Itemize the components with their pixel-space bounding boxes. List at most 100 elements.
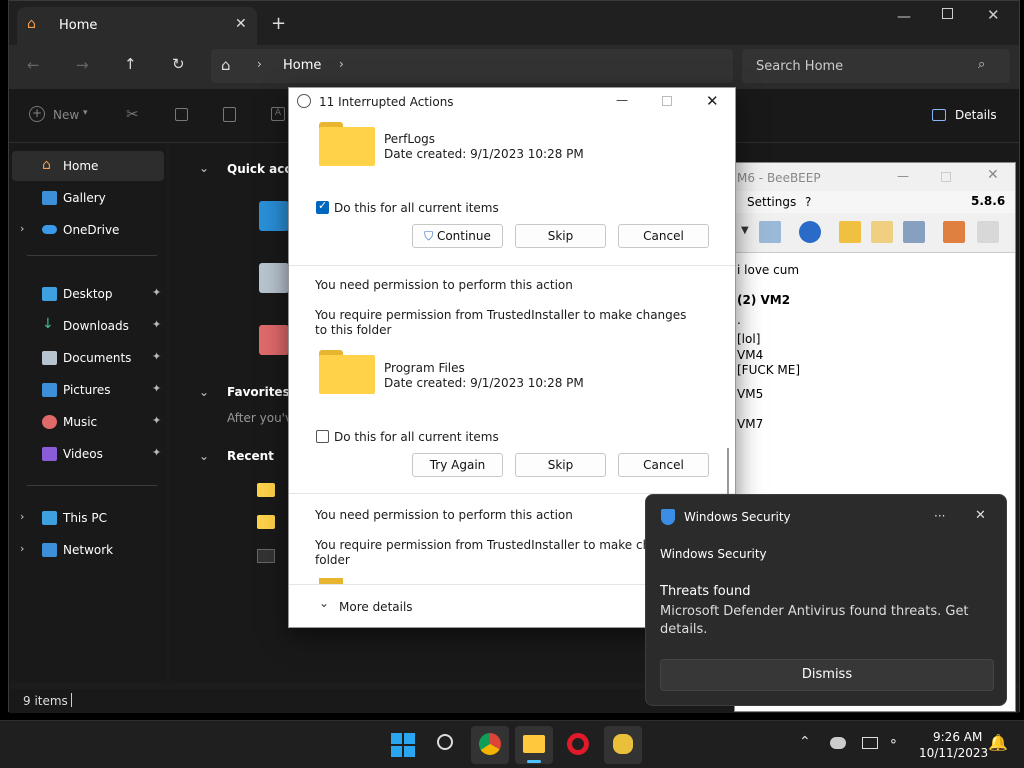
chevron-down-icon[interactable]: ⌄ [199, 385, 209, 399]
beebeep-app[interactable] [604, 726, 642, 764]
tab-home[interactable]: ⌂ Home ✕ [17, 7, 257, 45]
breadcrumb-home[interactable]: Home [283, 58, 321, 73]
cancel-button[interactable]: Cancel [618, 224, 709, 248]
chrome-icon [479, 733, 501, 755]
search-box[interactable]: Search Home ⌕ [742, 49, 1010, 83]
recent-file-icon[interactable] [257, 549, 275, 563]
new-button[interactable]: New [53, 108, 79, 122]
minimize-icon[interactable]: — [897, 9, 911, 25]
chevron-down-icon[interactable]: ▼ [741, 225, 749, 236]
close-window-icon[interactable]: ✕ [987, 6, 1000, 24]
minimize-icon[interactable]: — [616, 93, 628, 107]
address-bar[interactable]: ⌂ › Home › [211, 49, 733, 83]
network-icon[interactable]: ⚬ [888, 735, 899, 750]
chevron-right-icon[interactable]: › [20, 510, 24, 523]
pencil-icon[interactable] [871, 221, 893, 243]
search-button[interactable] [428, 726, 466, 764]
apply-all-checkbox[interactable] [316, 199, 329, 214]
chevron-up-icon[interactable]: ⌃ [799, 734, 811, 750]
pin-icon: ✦ [152, 414, 162, 427]
up-arrow-icon[interactable]: ↑ [124, 55, 137, 73]
file-explorer-app[interactable] [515, 726, 553, 764]
close-window-icon[interactable]: ✕ [987, 167, 999, 183]
continue-button[interactable]: ⛉ Continue [412, 224, 503, 248]
scrollbar[interactable] [727, 448, 729, 494]
chat-line: (2) VM2 [737, 293, 791, 307]
sidebar-item-desktop[interactable]: Desktop ✦ [12, 279, 164, 309]
recent-folder-icon[interactable] [257, 483, 275, 497]
search-icon [437, 734, 453, 750]
more-options-icon[interactable]: ··· [934, 509, 945, 523]
menu-settings[interactable]: Settings [747, 195, 796, 209]
chevron-down-icon[interactable]: ⌄ [199, 449, 209, 463]
clock-time[interactable]: 9:26 AM [933, 730, 982, 744]
tools-icon[interactable] [903, 221, 925, 243]
taskbar: ⌃ ⚬ 9:26 AM 10/11/2023 🔔 [0, 720, 1024, 768]
sidebar-item-home[interactable]: ⌂ Home [12, 151, 164, 181]
display-icon[interactable] [862, 737, 878, 749]
cancel-button[interactable]: Cancel [618, 453, 709, 477]
network-icon [42, 543, 57, 557]
divider [27, 255, 157, 256]
network-icon[interactable] [799, 221, 821, 243]
try-again-button[interactable]: Try Again [412, 453, 503, 477]
sidebar-item-music[interactable]: Music ✦ [12, 407, 164, 437]
maximize-icon[interactable] [941, 172, 951, 182]
defender-icon[interactable] [830, 737, 846, 749]
skip-button[interactable]: Skip [515, 453, 606, 477]
dismiss-button[interactable]: Dismiss [660, 659, 994, 691]
sidebar-item-gallery[interactable]: Gallery [12, 183, 164, 213]
clock-date[interactable]: 10/11/2023 [919, 746, 988, 760]
folder-tile[interactable] [259, 263, 289, 293]
apply-all-checkbox[interactable] [316, 430, 329, 443]
opera-app[interactable] [559, 726, 597, 764]
windows-logo-icon [391, 733, 415, 757]
details-button[interactable]: Details [955, 108, 997, 122]
rename-icon[interactable]: A [271, 107, 285, 121]
menu-help[interactable]: ? [805, 195, 811, 209]
chevron-right-icon[interactable]: › [20, 222, 24, 235]
minimize-icon[interactable]: — [897, 169, 909, 183]
sidebar-item-downloads[interactable]: ↓ Downloads ✦ [12, 311, 164, 341]
mail-icon[interactable] [839, 221, 861, 243]
chrome-app[interactable] [471, 726, 509, 764]
sidebar-label: Videos [63, 447, 103, 461]
sidebar-item-pictures[interactable]: Pictures ✦ [12, 375, 164, 405]
sidebar-item-onedrive[interactable]: › OneDrive [12, 215, 164, 245]
close-icon[interactable]: ✕ [975, 508, 986, 523]
toast-source: Windows Security [660, 547, 767, 561]
sidebar-item-this-pc[interactable]: › This PC [12, 503, 164, 533]
recent-folder-icon[interactable] [257, 515, 275, 529]
tab-bar: ⌂ Home ✕ + — ✕ [9, 1, 1019, 45]
more-details-link[interactable]: More details [339, 600, 413, 614]
copy-icon[interactable] [175, 108, 188, 121]
close-tab-icon[interactable]: ✕ [235, 16, 247, 32]
beebeep-menubar: Settings ? 5.8.6 [735, 191, 1015, 213]
new-tab-button[interactable]: + [271, 13, 286, 34]
section-recent[interactable]: Recent [227, 449, 274, 463]
sidebar-item-documents[interactable]: Documents ✦ [12, 343, 164, 373]
chevron-down-icon[interactable]: ⌄ [199, 161, 209, 175]
edit-icon[interactable] [759, 221, 781, 243]
cut-icon[interactable]: ✂ [126, 105, 139, 123]
sidebar-item-videos[interactable]: Videos ✦ [12, 439, 164, 469]
folder-tile[interactable] [259, 201, 289, 231]
close-window-icon[interactable]: ✕ [706, 92, 719, 110]
refresh-icon[interactable]: ↻ [172, 55, 185, 73]
paste-icon[interactable] [223, 107, 236, 122]
forward-arrow-icon[interactable]: → [76, 56, 89, 74]
beebeep-titlebar: M6 - BeeBEEP — ✕ [735, 163, 1015, 191]
trash-icon[interactable] [977, 221, 999, 243]
back-arrow-icon[interactable]: ← [27, 56, 40, 74]
sidebar-item-network[interactable]: › Network [12, 535, 164, 565]
start-button[interactable] [384, 726, 422, 764]
maximize-icon[interactable] [942, 8, 953, 19]
update-icon[interactable] [943, 221, 965, 243]
notification-bell-icon[interactable]: 🔔 [988, 733, 1008, 752]
section-favorites[interactable]: Favorites [227, 385, 290, 399]
chevron-down-icon[interactable]: ⌄ [319, 596, 329, 610]
skip-button[interactable]: Skip [515, 224, 606, 248]
folder-tile[interactable] [259, 325, 289, 355]
maximize-icon[interactable] [662, 96, 672, 106]
chevron-right-icon[interactable]: › [20, 542, 24, 555]
